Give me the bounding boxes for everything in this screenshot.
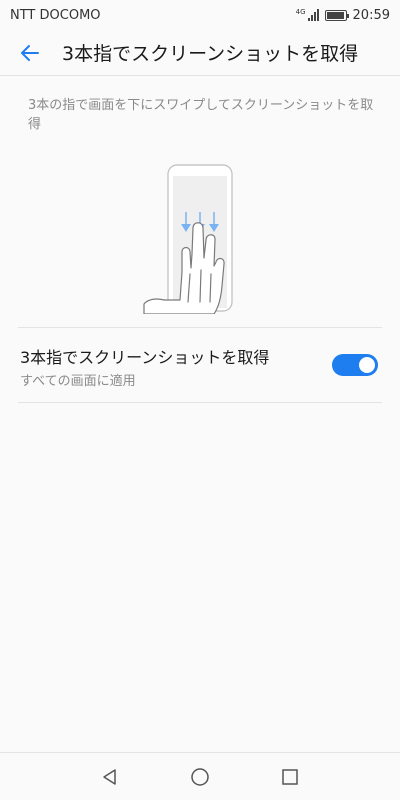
status-icons: 4G 20:59 [296,8,390,23]
triangle-back-icon [103,768,116,785]
navigation-bar [0,752,400,800]
toggle-knob [359,357,375,373]
clock-label: 20:59 [352,7,390,23]
setting-title: 3本指でスクリーンショットを取得 [20,348,270,367]
arrow-left-icon [21,44,39,61]
carrier-label: NTT DOCOMO [10,7,101,23]
square-recents-icon [282,768,298,785]
nav-back-button[interactable] [65,753,155,800]
status-bar: NTT DOCOMO 4G 20:59 [0,0,400,30]
battery-icon [324,9,349,21]
app-bar: 3本指でスクリーンショットを取得 [0,30,400,76]
divider-bottom [18,402,382,403]
network-type-label: 4G [295,8,306,16]
circle-home-icon [191,767,209,786]
three-finger-swipe-illustration [143,164,233,314]
three-finger-screenshot-toggle[interactable] [332,354,378,376]
nav-home-button[interactable] [155,753,245,800]
setting-subtitle: すべての画面に適用 [20,374,136,389]
setting-row-three-finger-screenshot[interactable]: 3本指でスクリーンショットを取得 すべての画面に適用 [0,328,400,402]
page-title: 3本指でスクリーンショットを取得 [62,43,359,65]
feature-description: 3本の指で画面を下にスワイプしてスクリーンショットを取得 [28,98,374,132]
signal-icon: 4G [296,9,319,21]
back-button[interactable] [0,30,60,76]
screen: NTT DOCOMO 4G 20:59 3本指でスクリーンショットを取得 3本の… [0,0,400,800]
nav-recents-button[interactable] [245,753,335,800]
